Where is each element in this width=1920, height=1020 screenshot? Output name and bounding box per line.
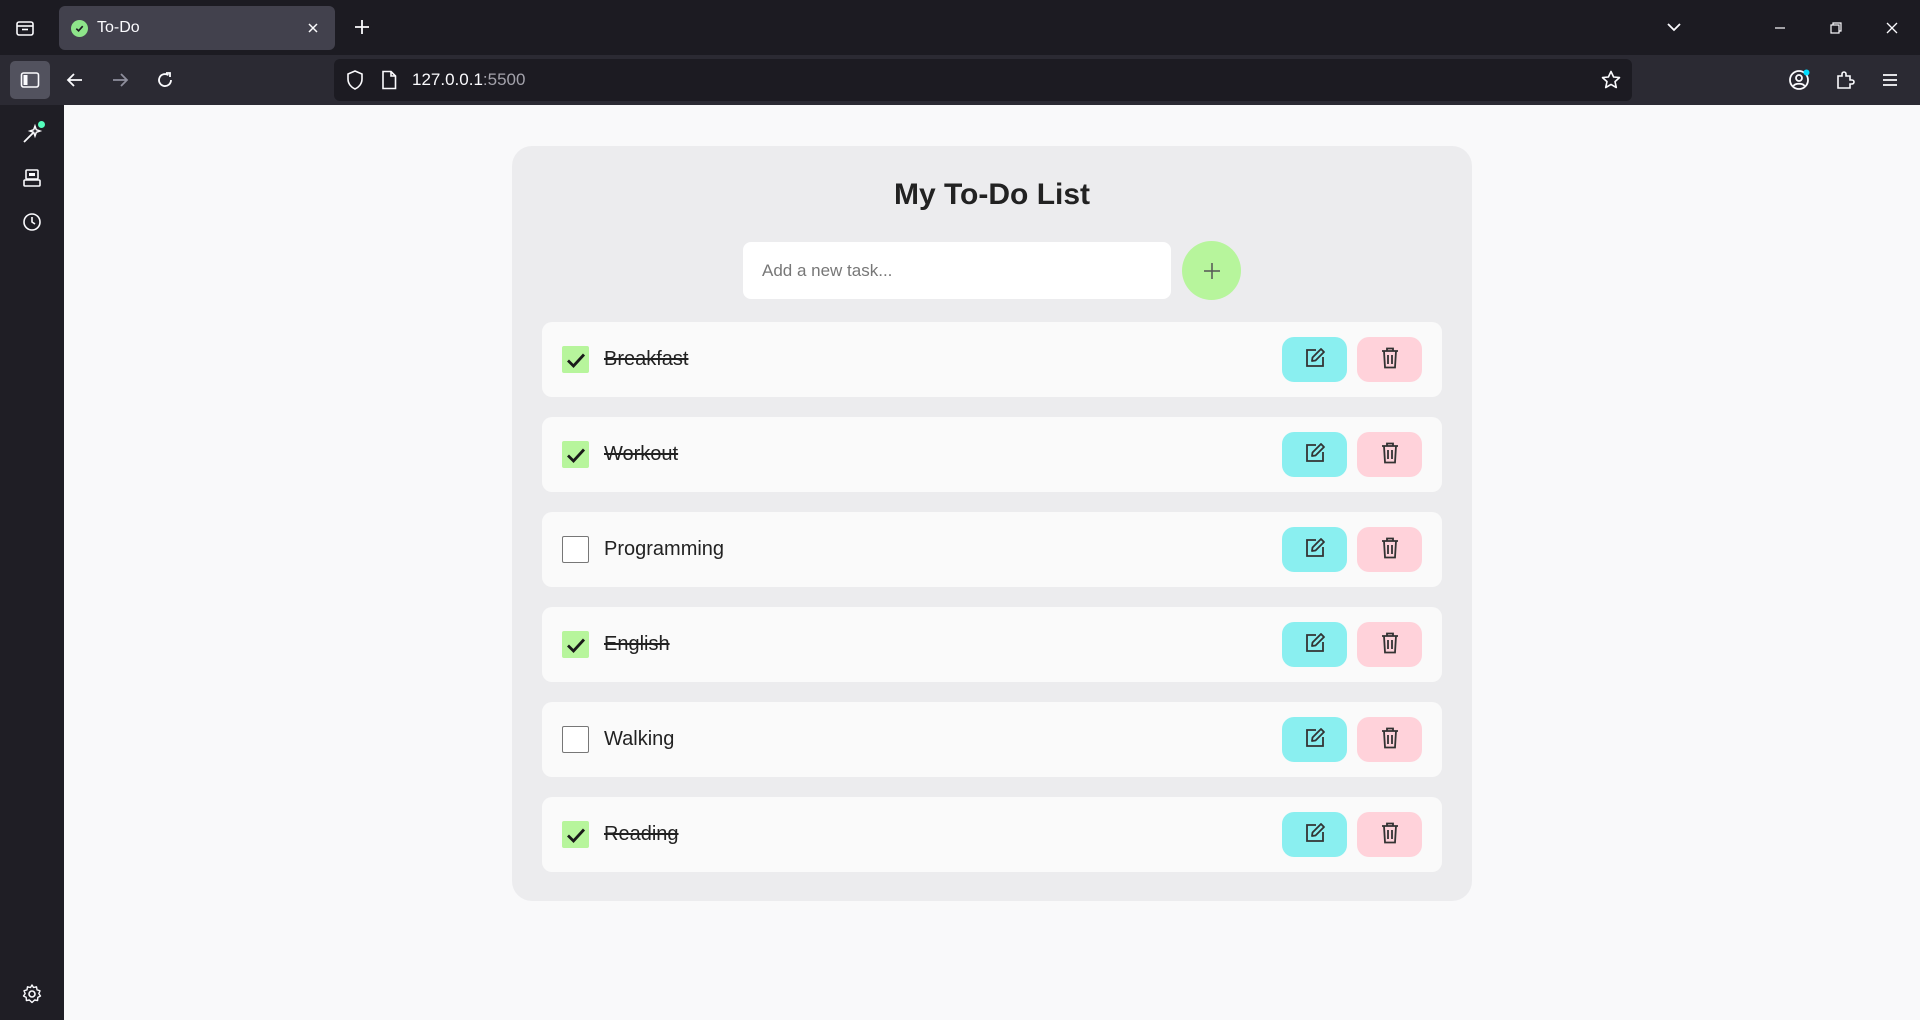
trash-icon	[1379, 346, 1401, 373]
tab-strip: To-Do	[0, 0, 1920, 55]
check-favicon-icon	[71, 19, 88, 37]
synced-tabs-button[interactable]	[14, 160, 50, 196]
trash-icon	[1379, 821, 1401, 848]
sidebar-toggle-button[interactable]	[10, 61, 50, 99]
puzzle-icon	[1837, 71, 1855, 89]
browser-window: To-Do 127.0.0.1:5500 My To-Do List Add a…	[0, 0, 1920, 1020]
add-task-button[interactable]	[1182, 241, 1241, 300]
trash-icon	[1379, 726, 1401, 753]
edit-icon	[1303, 726, 1327, 753]
task-item: Breakfast	[542, 322, 1442, 397]
new-tab-button[interactable]	[346, 11, 378, 43]
close-icon	[1886, 22, 1898, 33]
task-checkbox[interactable]	[562, 441, 589, 468]
edit-task-button[interactable]	[1282, 337, 1347, 382]
forward-button[interactable]	[102, 62, 138, 98]
account-icon	[1789, 69, 1810, 90]
chevron-down-icon	[1667, 23, 1681, 32]
ai-chatbot-button[interactable]	[14, 116, 50, 152]
edit-task-button[interactable]	[1282, 527, 1347, 572]
bookmark-star-icon[interactable]	[1600, 69, 1622, 96]
task-label: Breakfast	[604, 348, 689, 370]
edit-icon	[1303, 346, 1327, 373]
arrow-right-icon	[113, 73, 129, 87]
edit-icon	[1303, 441, 1327, 468]
arrow-left-icon	[66, 73, 82, 87]
edit-icon	[1303, 536, 1327, 563]
edit-task-button[interactable]	[1282, 812, 1347, 857]
trash-icon	[1379, 536, 1401, 563]
delete-task-button[interactable]	[1357, 432, 1422, 477]
plus-icon	[1203, 262, 1220, 279]
task-checkbox[interactable]	[562, 821, 589, 848]
firefox-view-button[interactable]	[0, 0, 50, 55]
task-checkbox[interactable]	[562, 726, 589, 753]
task-label: Walking	[604, 728, 675, 750]
navigation-toolbar: 127.0.0.1:5500	[0, 55, 1920, 105]
minimize-button[interactable]	[1752, 0, 1808, 55]
new-task-input[interactable]	[743, 242, 1171, 299]
gear-icon	[22, 984, 42, 1004]
clock-icon	[23, 213, 41, 231]
tab-to-do[interactable]: To-Do	[59, 6, 335, 50]
task-label: Reading	[604, 823, 679, 845]
task-label: English	[604, 633, 670, 655]
web-page: My To-Do List Breakfast Workout Programmin…	[64, 105, 1920, 1020]
todo-card: My To-Do List Breakfast Workout Programmin…	[512, 146, 1472, 901]
edit-task-button[interactable]	[1282, 717, 1347, 762]
list-all-tabs-button[interactable]	[1656, 11, 1692, 43]
url-port: :5500	[482, 70, 526, 89]
url-host: 127.0.0.1	[412, 70, 483, 89]
history-button[interactable]	[14, 204, 50, 240]
hamburger-menu-icon	[1883, 74, 1897, 86]
url-text[interactable]: 127.0.0.1:5500	[412, 70, 525, 90]
delete-task-button[interactable]	[1357, 812, 1422, 857]
task-checkbox[interactable]	[562, 536, 589, 563]
back-button[interactable]	[57, 62, 93, 98]
shield-icon[interactable]	[344, 69, 366, 96]
notification-dot	[38, 121, 45, 128]
edit-icon	[1303, 631, 1327, 658]
reload-button[interactable]	[147, 62, 183, 98]
task-item: Programming	[542, 512, 1442, 587]
task-list: Breakfast Workout Programming English Walkin…	[542, 322, 1442, 892]
task-label: Workout	[604, 443, 679, 465]
edit-task-button[interactable]	[1282, 622, 1347, 667]
sidebar-icon	[20, 72, 40, 88]
browser-sidebar	[0, 105, 64, 1020]
task-checkbox[interactable]	[562, 346, 589, 373]
sidebar-settings-button[interactable]	[14, 976, 50, 1012]
edit-task-button[interactable]	[1282, 432, 1347, 477]
task-item: English	[542, 607, 1442, 682]
page-icon[interactable]	[380, 70, 398, 95]
address-bar[interactable]: 127.0.0.1:5500	[334, 59, 1632, 101]
menu-button[interactable]	[1872, 62, 1908, 98]
task-item: Workout	[542, 417, 1442, 492]
delete-task-button[interactable]	[1357, 337, 1422, 382]
window-controls	[1752, 0, 1920, 55]
delete-task-button[interactable]	[1357, 622, 1422, 667]
page-title: My To-Do List	[893, 178, 1091, 211]
synced-tabs-icon	[23, 169, 41, 187]
delete-task-button[interactable]	[1357, 527, 1422, 572]
task-item: Walking	[542, 702, 1442, 777]
plus-icon	[355, 20, 369, 34]
task-checkbox[interactable]	[562, 631, 589, 658]
trash-icon	[1379, 441, 1401, 468]
minimize-icon	[1775, 26, 1785, 29]
delete-task-button[interactable]	[1357, 717, 1422, 762]
extensions-button[interactable]	[1827, 62, 1863, 98]
trash-icon	[1379, 631, 1401, 658]
edit-icon	[1303, 821, 1327, 848]
task-item: Reading	[542, 797, 1442, 872]
reload-icon	[158, 72, 172, 87]
task-label: Programming	[604, 538, 725, 560]
tab-title: To-Do	[97, 19, 140, 36]
restore-icon	[1830, 21, 1842, 34]
close-window-button[interactable]	[1864, 0, 1920, 55]
firefox-view-icon	[16, 20, 34, 36]
account-button[interactable]	[1781, 62, 1817, 98]
restore-button[interactable]	[1808, 0, 1864, 55]
close-tab-icon[interactable]	[303, 18, 323, 38]
